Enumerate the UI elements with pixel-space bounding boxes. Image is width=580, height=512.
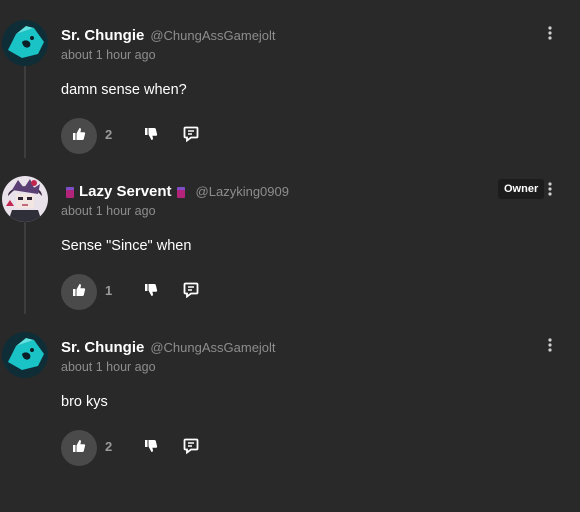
comment-item: Lazy Servent @Lazyking0909 about 1 hour … <box>0 156 580 314</box>
username[interactable]: @Lazyking0909 <box>196 184 289 199</box>
like-button[interactable] <box>61 118 97 154</box>
vertical-dots-icon <box>548 25 552 45</box>
avatar[interactable] <box>2 176 48 222</box>
thumbs-down-icon <box>144 283 158 302</box>
thumbs-up-icon <box>72 439 86 458</box>
thumbs-up-icon <box>72 127 86 146</box>
display-name[interactable]: Sr. Chungie <box>61 27 144 44</box>
dislike-button[interactable] <box>140 281 162 303</box>
name-tag-icon <box>66 186 74 198</box>
reply-button[interactable] <box>180 125 202 147</box>
username[interactable]: @ChungAssGamejolt <box>150 28 275 43</box>
name-tag-icon <box>176 186 185 198</box>
comment-item: Sr. Chungie @ChungAssGamejolt about 1 ho… <box>0 312 580 468</box>
like-count: 2 <box>105 439 113 454</box>
more-options-button[interactable] <box>541 336 559 358</box>
vertical-dots-icon <box>548 181 552 201</box>
owner-badge: Owner <box>498 179 545 199</box>
comment-body: bro kys <box>61 394 108 410</box>
thumbs-down-icon <box>144 127 158 146</box>
thumbs-up-icon <box>72 283 86 302</box>
username[interactable]: @ChungAssGamejolt <box>150 340 275 355</box>
timestamp[interactable]: about 1 hour ago <box>61 48 156 62</box>
vertical-dots-icon <box>548 337 552 357</box>
comment-body: damn sense when? <box>61 82 187 98</box>
display-name[interactable]: Lazy Servent <box>79 183 172 200</box>
comment-item: Sr. Chungie @ChungAssGamejolt about 1 ho… <box>0 0 580 158</box>
comment-body: Sense "Since" when <box>61 238 192 254</box>
thumbs-down-icon <box>144 439 158 458</box>
avatar[interactable] <box>2 20 48 66</box>
dislike-button[interactable] <box>140 125 162 147</box>
reply-bubble-icon <box>183 282 199 303</box>
avatar[interactable] <box>2 332 48 378</box>
reply-bubble-icon <box>183 438 199 459</box>
reply-button[interactable] <box>180 437 202 459</box>
reply-button[interactable] <box>180 281 202 303</box>
thread-line <box>24 222 26 314</box>
like-count: 1 <box>105 283 113 298</box>
comment-header: Sr. Chungie @ChungAssGamejolt <box>61 24 276 46</box>
dislike-button[interactable] <box>140 437 162 459</box>
comment-header: Sr. Chungie @ChungAssGamejolt <box>61 336 276 358</box>
timestamp[interactable]: about 1 hour ago <box>61 360 156 374</box>
like-button[interactable] <box>61 274 97 310</box>
like-count: 2 <box>105 127 113 142</box>
reply-bubble-icon <box>183 126 199 147</box>
comment-header: Lazy Servent @Lazyking0909 <box>61 180 289 202</box>
thread-line <box>24 66 26 158</box>
display-name[interactable]: Sr. Chungie <box>61 339 144 356</box>
timestamp[interactable]: about 1 hour ago <box>61 204 156 218</box>
more-options-button[interactable] <box>541 24 559 46</box>
like-button[interactable] <box>61 430 97 466</box>
comment-list: Sr. Chungie @ChungAssGamejolt about 1 ho… <box>0 0 580 512</box>
